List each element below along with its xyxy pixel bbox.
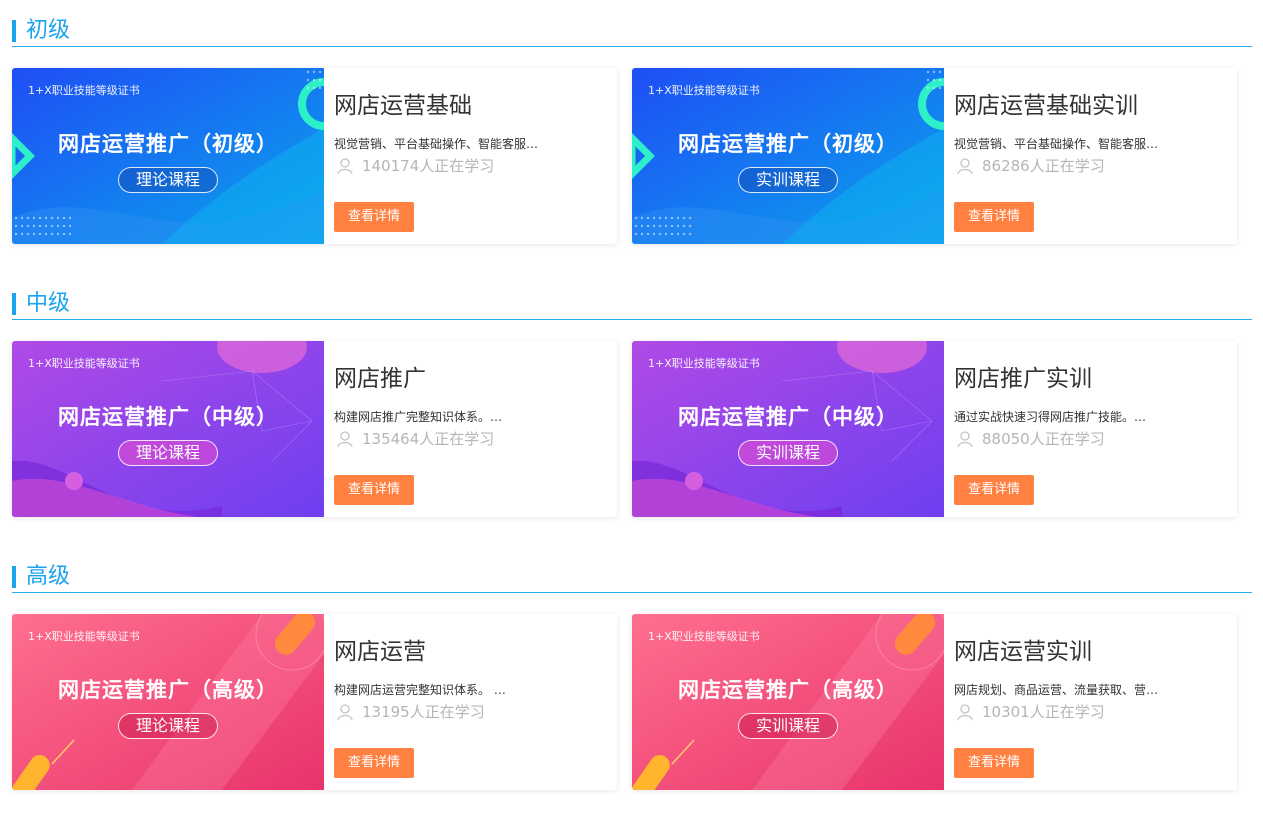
thumbnail-course-tag: 实训课程 [738, 713, 838, 739]
learner-count-text: 135464人正在学习 [362, 430, 495, 448]
learner-count-text: 10301人正在学习 [982, 703, 1105, 721]
course-info: 网店推广实训 通过实战快速习得网店推广技能。… 88050人正在学习 查看详情 [954, 341, 1229, 517]
section-beginner: 初级 1+X职业技能等级证书 网店运营推广（初级） 理论课程 网店运营基础 视觉… [12, 16, 1252, 244]
course-info: 网店运营基础实训 视觉营销、平台基础操作、智能客服… 86286人正在学习 查看… [954, 68, 1229, 244]
course-name[interactable]: 网店运营实训 [954, 632, 1092, 666]
section-intermediate: 中级 1+X职业技能等级证书 网店运营推广（中级） 理论课程 网店推广 构建网店… [12, 289, 1252, 517]
course-card[interactable]: 1+X职业技能等级证书 网店运营推广（初级） 理论课程 网店运营基础 视觉营销、… [12, 68, 617, 244]
thumbnail-course-tag: 理论课程 [118, 440, 218, 466]
learner-count-text: 86286人正在学习 [982, 157, 1105, 175]
thumbnail-course-tag: 实训课程 [738, 440, 838, 466]
section-header: 高级 [12, 562, 1252, 593]
course-info: 网店运营基础 视觉营销、平台基础操作、智能客服… 140174人正在学习 查看详… [334, 68, 609, 244]
user-icon [957, 158, 973, 175]
section-title: 高级 [26, 564, 71, 589]
course-description: 网店规划、商品运营、流量获取、营… [954, 683, 1159, 697]
section-title: 初级 [26, 18, 71, 43]
section-advanced: 高级 1+X职业技能等级证书 网店运营推广（高级） 理论课程 网店运营 构建网店… [12, 562, 1252, 790]
course-description: 通过实战快速习得网店推广技能。… [954, 410, 1147, 424]
course-thumbnail[interactable]: 1+X职业技能等级证书 网店运营推广（初级） 实训课程 [632, 68, 944, 244]
thumbnail-title: 网店运营推广（高级） [58, 678, 278, 702]
thumbnail-cert-label: 1+X职业技能等级证书 [648, 84, 760, 97]
thumbnail-title: 网店运营推广（中级） [678, 405, 898, 429]
section-accent-bar [12, 293, 16, 315]
view-details-button[interactable]: 查看详情 [334, 748, 414, 778]
user-icon [957, 431, 973, 448]
course-card[interactable]: 1+X职业技能等级证书 网店运营推广（初级） 实训课程 网店运营基础实训 视觉营… [632, 68, 1237, 244]
thumbnail-course-tag: 理论课程 [118, 167, 218, 193]
view-details-button[interactable]: 查看详情 [954, 748, 1034, 778]
section-header: 中级 [12, 289, 1252, 320]
view-details-button[interactable]: 查看详情 [334, 475, 414, 505]
thumbnail-cert-label: 1+X职业技能等级证书 [28, 357, 140, 370]
thumbnail-course-tag: 实训课程 [738, 167, 838, 193]
course-thumbnail[interactable]: 1+X职业技能等级证书 网店运营推广（高级） 理论课程 [12, 614, 324, 790]
view-details-button[interactable]: 查看详情 [954, 202, 1034, 232]
learner-count-text: 140174人正在学习 [362, 157, 495, 175]
course-description: 视觉营销、平台基础操作、智能客服… [954, 137, 1159, 151]
course-name[interactable]: 网店运营 [334, 632, 426, 666]
user-icon [337, 704, 353, 721]
thumbnail-title: 网店运营推广（初级） [678, 132, 898, 156]
learner-count-text: 13195人正在学习 [362, 703, 485, 721]
course-description: 视觉营销、平台基础操作、智能客服… [334, 137, 539, 151]
course-description: 构建网店推广完整知识体系。… [334, 410, 503, 424]
course-card[interactable]: 1+X职业技能等级证书 网店运营推广（中级） 理论课程 网店推广 构建网店推广完… [12, 341, 617, 517]
course-info: 网店运营 构建网店运营完整知识体系。 … 13195人正在学习 查看详情 [334, 614, 609, 790]
course-description: 构建网店运营完整知识体系。 … [334, 683, 506, 697]
course-thumbnail[interactable]: 1+X职业技能等级证书 网店运营推广（初级） 理论课程 [12, 68, 324, 244]
thumbnail-course-tag: 理论课程 [118, 713, 218, 739]
course-card[interactable]: 1+X职业技能等级证书 网店运营推广（中级） 实训课程 网店推广实训 通过实战快… [632, 341, 1237, 517]
user-icon [957, 704, 973, 721]
learner-count-text: 88050人正在学习 [982, 430, 1105, 448]
thumbnail-cert-label: 1+X职业技能等级证书 [28, 630, 140, 643]
course-info: 网店推广 构建网店推广完整知识体系。… 135464人正在学习 查看详情 [334, 341, 609, 517]
course-name[interactable]: 网店推广实训 [954, 359, 1092, 393]
section-accent-bar [12, 20, 16, 42]
thumbnail-cert-label: 1+X职业技能等级证书 [648, 357, 760, 370]
thumbnail-title: 网店运营推广（中级） [58, 405, 278, 429]
course-thumbnail[interactable]: 1+X职业技能等级证书 网店运营推广（高级） 实训课程 [632, 614, 944, 790]
thumbnail-title: 网店运营推广（初级） [58, 132, 278, 156]
section-title: 中级 [26, 291, 71, 316]
thumbnail-title: 网店运营推广（高级） [678, 678, 898, 702]
section-accent-bar [12, 566, 16, 588]
course-name[interactable]: 网店运营基础实训 [954, 86, 1138, 120]
thumbnail-cert-label: 1+X职业技能等级证书 [648, 630, 760, 643]
view-details-button[interactable]: 查看详情 [954, 475, 1034, 505]
course-name[interactable]: 网店推广 [334, 359, 426, 393]
course-name[interactable]: 网店运营基础 [334, 86, 472, 120]
course-card[interactable]: 1+X职业技能等级证书 网店运营推广（高级） 理论课程 网店运营 构建网店运营完… [12, 614, 617, 790]
course-card[interactable]: 1+X职业技能等级证书 网店运营推广（高级） 实训课程 网店运营实训 网店规划、… [632, 614, 1237, 790]
user-icon [337, 431, 353, 448]
course-info: 网店运营实训 网店规划、商品运营、流量获取、营… 10301人正在学习 查看详情 [954, 614, 1229, 790]
thumbnail-cert-label: 1+X职业技能等级证书 [28, 84, 140, 97]
course-thumbnail[interactable]: 1+X职业技能等级证书 网店运营推广（中级） 理论课程 [12, 341, 324, 517]
section-header: 初级 [12, 16, 1252, 47]
user-icon [337, 158, 353, 175]
view-details-button[interactable]: 查看详情 [334, 202, 414, 232]
course-thumbnail[interactable]: 1+X职业技能等级证书 网店运营推广（中级） 实训课程 [632, 341, 944, 517]
